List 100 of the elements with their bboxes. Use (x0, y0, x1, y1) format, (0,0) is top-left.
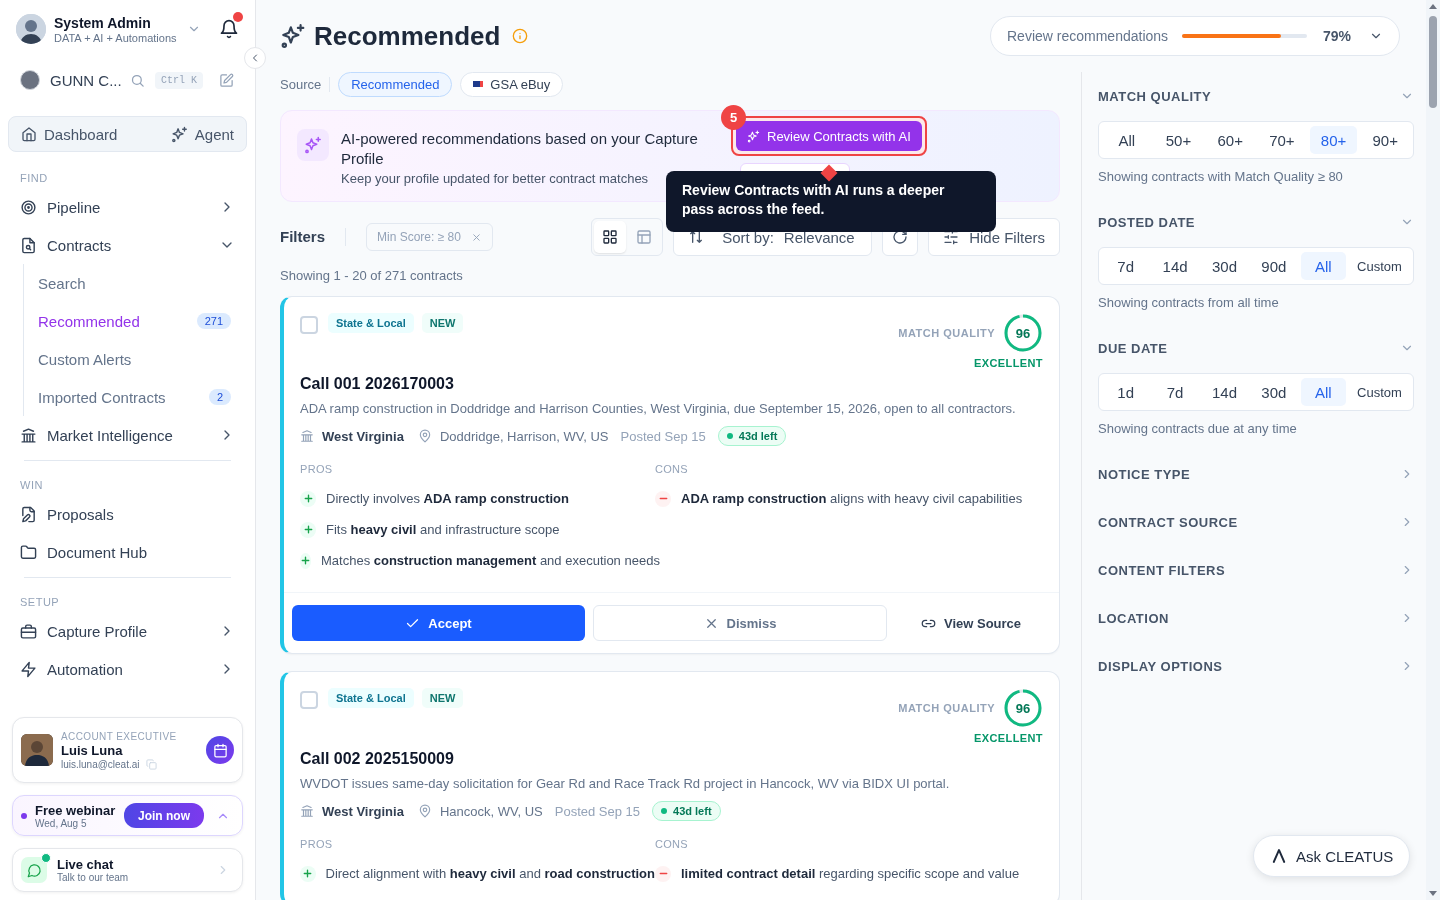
filter-note: Showing contracts with Match Quality ≥ 80 (1098, 169, 1344, 184)
calendar-button[interactable] (206, 736, 234, 764)
review-ai-button[interactable]: Review Contracts with AI (736, 121, 922, 151)
user-avatar (16, 14, 46, 44)
filter-option[interactable]: 80+ (1309, 126, 1358, 154)
checkbox[interactable] (300, 691, 318, 709)
table-icon (636, 229, 653, 245)
accept-button[interactable]: Accept (292, 605, 585, 641)
source-chip[interactable]: Recommended (338, 72, 453, 97)
pros-label: PROS (300, 463, 334, 475)
target-icon (20, 198, 37, 216)
nav-subitem[interactable]: Search (38, 264, 243, 302)
filter-option[interactable]: All (1300, 378, 1346, 406)
filter-option[interactable]: All (1300, 252, 1346, 280)
org-logo-icon (20, 70, 40, 90)
location-text: Hancock, WV, US (439, 803, 543, 819)
nav-item[interactable]: Contracts (12, 226, 243, 264)
filter-option[interactable]: 14d (1201, 378, 1248, 406)
nav-item[interactable]: Capture Profile (12, 612, 243, 650)
logo-icon (1270, 847, 1288, 865)
sparkles-icon (170, 125, 188, 143)
filter-option[interactable]: 1d (1103, 378, 1149, 406)
filter-option[interactable]: 7d (1152, 378, 1198, 406)
match-quality-label: MATCH QUALITY (898, 702, 995, 714)
filter-option[interactable]: 90+ (1361, 126, 1410, 154)
filter-option[interactable]: Custom (1349, 252, 1409, 280)
live-chat-title: Live chat (57, 857, 115, 872)
contact-email[interactable]: luis.luna@cleat.ai (61, 758, 140, 770)
filter-section-header[interactable]: CONTENT FILTERS (1098, 560, 1414, 580)
bank-icon (300, 804, 314, 818)
view-button[interactable] (594, 221, 627, 253)
section-label: SETUP (20, 596, 61, 608)
briefcase-icon (20, 622, 37, 640)
nav-subitem[interactable]: Recommended 271 (38, 302, 243, 340)
nav-item[interactable]: Automation (12, 650, 243, 688)
quick-nav-button[interactable]: Dashboard (19, 117, 120, 151)
filter-section-header[interactable]: POSTED DATE (1098, 212, 1414, 232)
contact-name: Luis Luna (61, 742, 124, 758)
view-source-link[interactable]: View Source (895, 605, 1047, 641)
filter-section-header[interactable]: DUE DATE (1098, 338, 1414, 358)
contract-title: Call 002 2025150009 (300, 750, 455, 768)
banner-subtitle: Keep your profile updated for better contract matches (341, 171, 650, 186)
online-dot (41, 853, 51, 863)
filter-section-header[interactable]: LOCATION (1098, 608, 1414, 628)
filter-section-header[interactable]: DISPLAY OPTIONS (1098, 656, 1414, 676)
filter-section-header[interactable]: NOTICE TYPE (1098, 464, 1414, 484)
filter-option[interactable]: 30d (1201, 252, 1248, 280)
filter-option[interactable]: 90d (1251, 252, 1297, 280)
document-pen-icon (20, 505, 37, 523)
pin-icon (417, 804, 432, 818)
review-progress-button[interactable]: Review recommendations 79% (990, 16, 1400, 56)
checkbox[interactable] (300, 316, 318, 334)
minus-icon (655, 865, 671, 882)
filter-option[interactable]: 14d (1152, 252, 1198, 280)
home-icon (21, 126, 37, 142)
section-label: WIN (20, 479, 44, 491)
pin-icon (417, 429, 432, 443)
scrollbar[interactable] (1426, 0, 1440, 900)
source-chip[interactable]: GSA eBuy (460, 72, 564, 97)
filter-option[interactable]: 30d (1251, 378, 1297, 406)
nav-item[interactable]: Proposals (12, 495, 243, 533)
refresh-icon (892, 229, 909, 245)
filter-option[interactable]: 50+ (1154, 126, 1203, 154)
scrollbar-thumb[interactable] (1429, 16, 1437, 108)
role-label: ACCOUNT EXECUTIVE (61, 730, 178, 742)
filter-section-header[interactable]: MATCH QUALITY (1098, 86, 1414, 106)
nav-item[interactable]: Pipeline (12, 188, 243, 226)
deadline-badge: 43d left (652, 801, 721, 821)
filter-option[interactable]: All (1103, 126, 1151, 154)
speech-bubble-icon (26, 862, 42, 878)
count-badge: 271 (196, 313, 231, 329)
plus-icon (300, 552, 311, 569)
filter-option[interactable]: 7d (1103, 252, 1149, 280)
join-button[interactable]: Join now (124, 803, 204, 828)
filter-option[interactable]: 70+ (1258, 126, 1306, 154)
agency-name: West Virginia (322, 803, 404, 819)
contract-description: WVDOT issues same-day solicitation for Gear Rd and Race Track Rd project in Hancock, WV via BIDX UI portal. (300, 776, 951, 791)
filter-option[interactable]: 60+ (1206, 126, 1254, 154)
bell-icon (219, 19, 239, 39)
posted-date: Posted Sep 15 (620, 428, 706, 444)
collapse-button[interactable] (244, 47, 266, 69)
dismiss-button[interactable]: Dismiss (593, 605, 887, 641)
nav-item[interactable]: Market Intelligence (12, 416, 243, 454)
nav-subitem[interactable]: Imported Contracts 2 (38, 378, 243, 416)
sparkles-icon (280, 23, 306, 49)
lightning-icon (20, 660, 37, 678)
ask-assistant-button[interactable]: Ask CLEATUS (1253, 835, 1411, 877)
nav-subitem[interactable]: Custom Alerts (38, 340, 243, 378)
filter-option[interactable]: Custom (1349, 378, 1409, 406)
location-text: Doddridge, Harrison, WV, US (439, 428, 609, 444)
pro-item: Matches construction management and execution needs (321, 553, 660, 568)
contract-description: ADA ramp construction in Doddridge and Harrison Counties, West Virginia, due September 15, 2026, open to all contractors. (300, 401, 1017, 416)
filter-section-header[interactable]: CONTRACT SOURCE (1098, 512, 1414, 532)
info-icon (512, 28, 529, 44)
step-badge: 5 (721, 105, 746, 130)
org-name[interactable]: GUNN C... (50, 71, 120, 89)
live-chat-card[interactable]: Live chat Talk to our team (12, 848, 243, 892)
quick-nav-button[interactable]: Agent (168, 117, 236, 151)
nav-item[interactable]: Document Hub (12, 533, 243, 571)
pro-item: Directly involves ADA ramp construction (326, 491, 569, 506)
